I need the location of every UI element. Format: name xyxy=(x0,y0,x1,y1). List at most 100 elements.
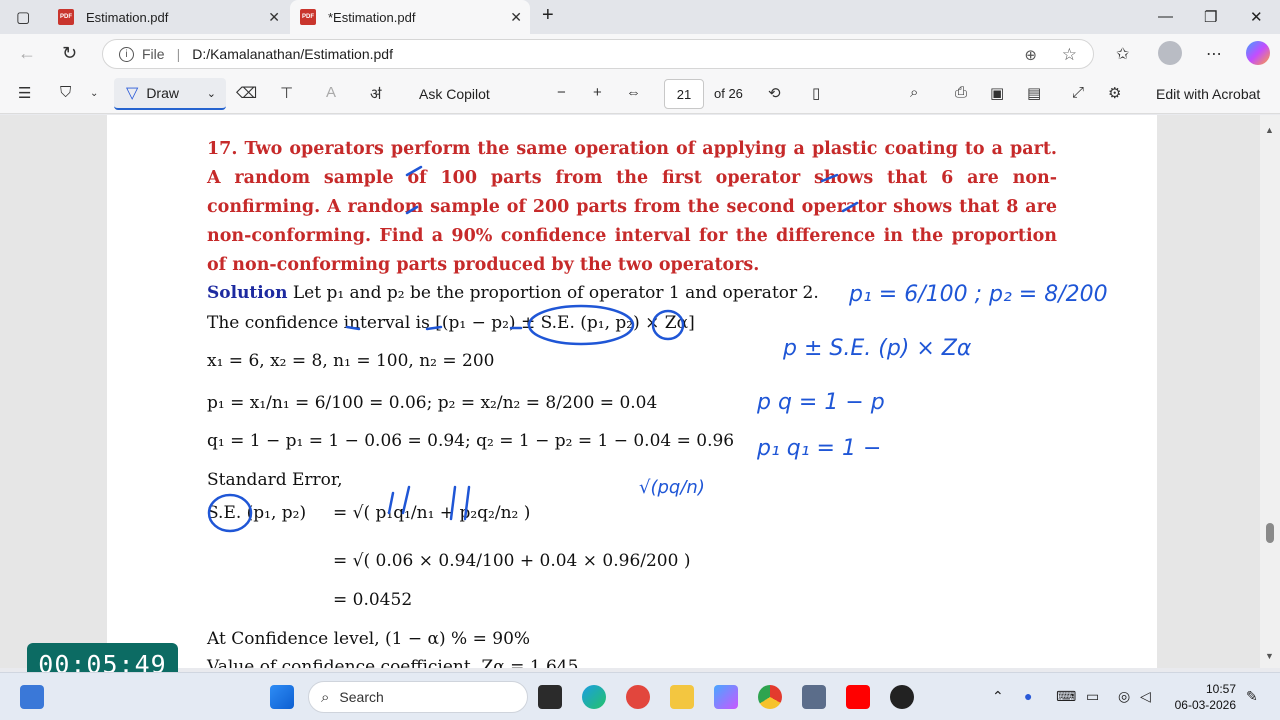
fullscreen-icon[interactable]: ⤢ xyxy=(1072,84,1084,101)
search-icon[interactable]: ⌕ xyxy=(910,84,918,101)
zoom-icon[interactable]: ⊕ xyxy=(1024,46,1037,64)
more-menu-icon[interactable]: ⋯ xyxy=(1206,44,1222,64)
contents-icon[interactable]: ☰ xyxy=(18,84,31,102)
favorite-star-icon[interactable]: ☆ xyxy=(1062,45,1077,65)
zoom-out-icon[interactable]: − xyxy=(557,84,566,101)
restore-icon[interactable]: ❐ xyxy=(1204,8,1217,26)
address-separator: | xyxy=(176,46,181,62)
standard-error-label: Standard Error, xyxy=(207,470,343,490)
draw-button[interactable]: ▽ Draw ⌄ xyxy=(114,78,226,110)
page-view-icon[interactable]: ▯ xyxy=(812,84,820,102)
scrollbar[interactable]: ▲ ▼ xyxy=(1260,115,1280,668)
ink-note-q: p q = 1 − p xyxy=(756,390,885,415)
solution-line: Solution Let p₁ and p₂ be the proportion… xyxy=(207,283,819,303)
ink-note-sqrt: √(pq/n) xyxy=(639,477,705,498)
start-icon[interactable] xyxy=(270,685,294,709)
confidence-level-line: At Confidence level, (1 − α) % = 90% xyxy=(207,629,531,649)
tab-title: Estimation.pdf xyxy=(86,9,169,25)
tab-estimation-edited[interactable]: PDF *Estimation.pdf ✕ xyxy=(290,0,530,34)
search-icon: ⌕ xyxy=(321,688,330,706)
clock[interactable]: 10:57 06-03-2026 xyxy=(1172,681,1236,713)
copilot-app-icon[interactable] xyxy=(714,685,738,709)
solution-text: Let p₁ and p₂ be the proportion of opera… xyxy=(287,283,819,303)
pdf-page: 17. Two operators perform the same opera… xyxy=(107,115,1157,668)
address-bar[interactable]: i File | D:/Kamalanathan/Estimation.pdf … xyxy=(102,39,1094,69)
info-icon[interactable]: i xyxy=(119,46,134,62)
page-number: 21 xyxy=(676,86,692,102)
pdf-toolbar: ☰ ⛉ ⌄ ▽ Draw ⌄ ⌫ ⊤ A ॳ Ask Copilot − + ⇔… xyxy=(0,74,1280,114)
read-aloud-icon[interactable]: ॳ xyxy=(370,84,381,104)
notification-icon[interactable]: ✎ xyxy=(1246,688,1258,705)
favorites-icon[interactable]: ✩ xyxy=(1116,44,1129,64)
proportions-line: p₁ = x₁/n₁ = 6/100 = 0.06; p₂ = x₂/n₂ = … xyxy=(207,393,658,413)
avatar[interactable] xyxy=(1158,41,1182,65)
page-number-input[interactable]: 21 xyxy=(664,79,704,109)
edge-icon[interactable] xyxy=(582,685,606,709)
close-tab-icon[interactable]: ✕ xyxy=(510,9,522,26)
back-icon[interactable]: ← xyxy=(18,43,36,64)
battery-icon[interactable]: ▭ xyxy=(1086,688,1099,705)
confidence-coefficient-line: Value of confidence coefficient, Zα = 1.… xyxy=(207,657,579,668)
fit-page-icon[interactable]: ⇔ xyxy=(626,84,641,101)
q-values-line: q₁ = 1 − p₁ = 1 − 0.06 = 0.94; q₂ = 1 − … xyxy=(207,431,735,451)
copilot-icon[interactable] xyxy=(1246,41,1270,65)
close-tab-icon[interactable]: ✕ xyxy=(268,9,280,26)
solution-label: Solution xyxy=(207,283,288,303)
settings-icon[interactable]: ⚙ xyxy=(1108,84,1121,102)
microphone-icon[interactable]: ● xyxy=(1024,688,1032,704)
file-explorer-icon[interactable] xyxy=(670,685,694,709)
print-icon[interactable]: ⎙ xyxy=(955,84,967,101)
network-icon[interactable]: ◎ xyxy=(1118,688,1130,705)
scroll-down-icon[interactable]: ▼ xyxy=(1265,651,1274,661)
text-box-icon[interactable]: ⊤ xyxy=(280,84,293,102)
new-tab-icon[interactable]: + xyxy=(542,4,554,27)
chevron-down-icon[interactable]: ⌄ xyxy=(90,88,98,99)
taskbar: ⌕ Search ⌃ ● ⌨ ▭ ◎ ◁ 10:57 06-03-2026 ✎ xyxy=(0,672,1280,720)
draw-label: Draw xyxy=(146,85,179,101)
pdf-viewer[interactable]: 17. Two operators perform the same opera… xyxy=(0,115,1280,668)
chrome-icon[interactable] xyxy=(758,685,782,709)
ask-copilot-button[interactable]: Ask Copilot xyxy=(419,86,490,102)
scroll-up-icon[interactable]: ▲ xyxy=(1265,125,1274,135)
highlight-icon[interactable]: ⛉ xyxy=(60,84,71,101)
zoom-in-icon[interactable]: + xyxy=(593,84,602,101)
problem-text: 17. Two operators perform the same opera… xyxy=(207,139,1057,275)
se-lhs: S.E. (p₁, p₂) xyxy=(207,503,307,523)
pen-icon: ▽ xyxy=(126,85,139,102)
save-as-icon[interactable]: ▤ xyxy=(1027,84,1041,102)
scroll-thumb[interactable] xyxy=(1266,523,1274,543)
chevron-up-icon[interactable]: ⌃ xyxy=(992,688,1004,705)
url-text[interactable]: D:/Kamalanathan/Estimation.pdf xyxy=(192,46,393,62)
refresh-icon[interactable]: ↻ xyxy=(62,43,77,64)
taskbar-search[interactable]: ⌕ Search xyxy=(308,681,528,713)
eraser-icon[interactable]: ⌫ xyxy=(236,84,257,102)
connect-icon[interactable] xyxy=(802,685,826,709)
keyboard-icon[interactable]: ⌨ xyxy=(1056,688,1076,705)
ink-note-formula: p ± S.E. (p) × Zα xyxy=(782,336,972,361)
save-icon[interactable]: ▣ xyxy=(990,84,1004,102)
chevron-down-icon[interactable]: ⌄ xyxy=(207,87,216,100)
youtube-icon[interactable] xyxy=(846,685,870,709)
volume-icon[interactable]: ◁ xyxy=(1140,688,1151,705)
recorder-icon[interactable] xyxy=(626,685,650,709)
rotate-icon[interactable]: ⟲ xyxy=(768,84,781,102)
ink-note-q1: p₁ q₁ = 1 − xyxy=(756,436,881,461)
tab-title: *Estimation.pdf xyxy=(328,9,416,25)
text-format-icon[interactable]: A xyxy=(326,84,336,101)
pdf-icon: PDF xyxy=(300,9,316,25)
tab-estimation[interactable]: PDF Estimation.pdf ✕ xyxy=(48,0,288,34)
pdf-icon: PDF xyxy=(58,9,74,25)
ink-note-p1-p2: p₁ = 6/100 ; p₂ = 8/200 xyxy=(848,282,1108,307)
confidence-interval-line: The confidence interval is [(p₁ − p₂) ± … xyxy=(207,313,695,333)
edit-with-acrobat-button[interactable]: Edit with Acrobat xyxy=(1156,86,1260,102)
tab-actions-icon[interactable]: ▢ xyxy=(16,8,30,26)
tab-strip: ▢ PDF Estimation.pdf ✕ PDF *Estimation.p… xyxy=(0,0,1280,34)
minimize-icon[interactable]: — xyxy=(1158,8,1173,25)
sb-app-icon[interactable] xyxy=(890,685,914,709)
close-window-icon[interactable]: ✕ xyxy=(1250,8,1263,26)
page-total: of 26 xyxy=(714,86,743,101)
taskbar-search-label: Search xyxy=(339,689,384,705)
widgets-icon[interactable] xyxy=(20,685,44,709)
se-numeric: = √( 0.06 × 0.94/100 + 0.04 × 0.96/200 ) xyxy=(333,551,691,571)
task-view-icon[interactable] xyxy=(538,685,562,709)
